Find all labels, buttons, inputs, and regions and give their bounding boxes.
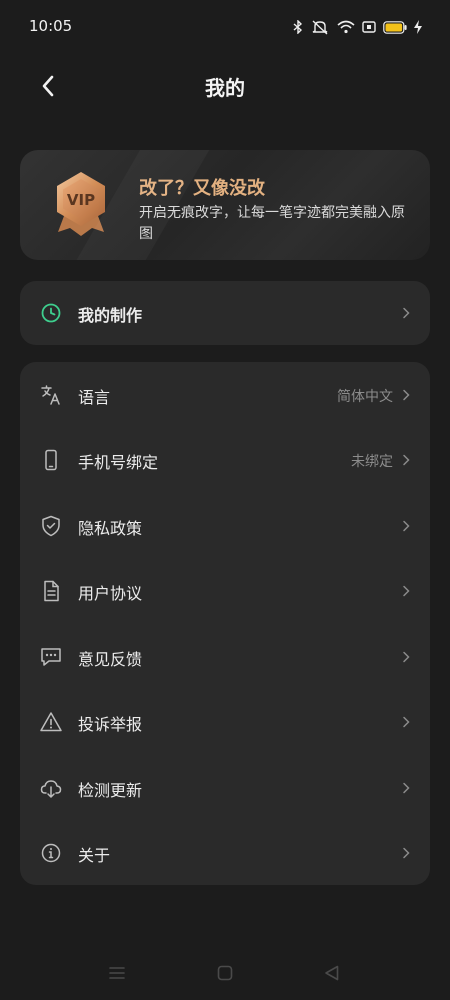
- chevron-right-icon: [403, 847, 410, 859]
- my-creations-item[interactable]: 我的制作: [20, 281, 430, 345]
- settings-card: 语言 简体中文 手机号绑定 未绑定 隐私政策 用户协议 意见反馈 投诉举报 检测…: [20, 362, 430, 885]
- settings-item-value: 简体中文: [337, 389, 393, 405]
- warning-icon: [39, 710, 63, 734]
- settings-item-user-agreement[interactable]: 用户协议: [20, 558, 430, 624]
- settings-item-label: 投诉举报: [78, 715, 143, 734]
- settings-item-language[interactable]: 语言 简体中文: [20, 362, 430, 428]
- chevron-right-icon: [403, 520, 410, 532]
- settings-item-check-update[interactable]: 检测更新: [20, 755, 430, 821]
- cloud-download-icon: [39, 776, 63, 800]
- chevron-right-icon: [403, 716, 410, 728]
- vip-title: 改了？又像没改: [139, 178, 265, 199]
- sim-card-icon: [362, 21, 376, 33]
- settings-item-phone-binding[interactable]: 手机号绑定 未绑定: [20, 427, 430, 493]
- chevron-right-icon: [403, 307, 410, 319]
- status-bar: 10:05: [0, 0, 450, 54]
- chevron-right-icon: [403, 454, 410, 466]
- my-creations-label: 我的制作: [78, 306, 143, 325]
- bluetooth-icon: [293, 20, 303, 34]
- page-title: 我的: [205, 76, 245, 100]
- chevron-right-icon: [403, 782, 410, 794]
- home-square-icon[interactable]: [215, 963, 235, 983]
- feedback-icon: [39, 645, 63, 669]
- vibrate-off-icon: [312, 20, 328, 35]
- settings-item-label: 语言: [78, 388, 111, 407]
- phone-icon: [39, 448, 63, 472]
- app-header: 我的: [0, 60, 450, 112]
- vip-description: 开启无痕改字，让每一笔字迹都完美融入原图: [139, 205, 405, 242]
- battery-icon: [383, 20, 407, 34]
- info-icon: [39, 841, 63, 865]
- document-icon: [39, 579, 63, 603]
- my-creations-card: 我的制作: [20, 281, 430, 345]
- translate-icon: [39, 383, 63, 407]
- settings-item-value: 未绑定: [351, 454, 393, 470]
- settings-item-label: 隐私政策: [78, 519, 143, 538]
- back-triangle-icon[interactable]: [322, 963, 342, 983]
- menu-icon[interactable]: [107, 963, 127, 983]
- chevron-right-icon: [403, 651, 410, 663]
- vip-badge-text: VIP: [67, 191, 95, 209]
- settings-item-about[interactable]: 关于: [20, 820, 430, 886]
- settings-item-label: 关于: [78, 846, 111, 865]
- clock-icon: [39, 301, 63, 325]
- shield-check-icon: [39, 514, 63, 538]
- vip-promo-card[interactable]: VIP 改了？又像没改 开启无痕改字，让每一笔字迹都完美融入原图: [20, 150, 430, 260]
- settings-item-report[interactable]: 投诉举报: [20, 689, 430, 755]
- settings-item-label: 手机号绑定: [78, 453, 159, 472]
- vip-badge-icon: VIP: [57, 172, 105, 236]
- settings-item-label: 检测更新: [78, 781, 143, 800]
- settings-item-label: 意见反馈: [78, 650, 143, 669]
- wifi-icon: [337, 20, 355, 34]
- chevron-right-icon: [403, 389, 410, 401]
- status-time: 10:05: [29, 17, 73, 35]
- settings-item-label: 用户协议: [78, 584, 143, 603]
- settings-item-feedback[interactable]: 意见反馈: [20, 624, 430, 690]
- chevron-right-icon: [403, 585, 410, 597]
- charging-icon: [414, 20, 422, 34]
- settings-item-privacy-policy[interactable]: 隐私政策: [20, 493, 430, 559]
- status-icons: [293, 17, 422, 37]
- system-nav-bar: [0, 955, 450, 991]
